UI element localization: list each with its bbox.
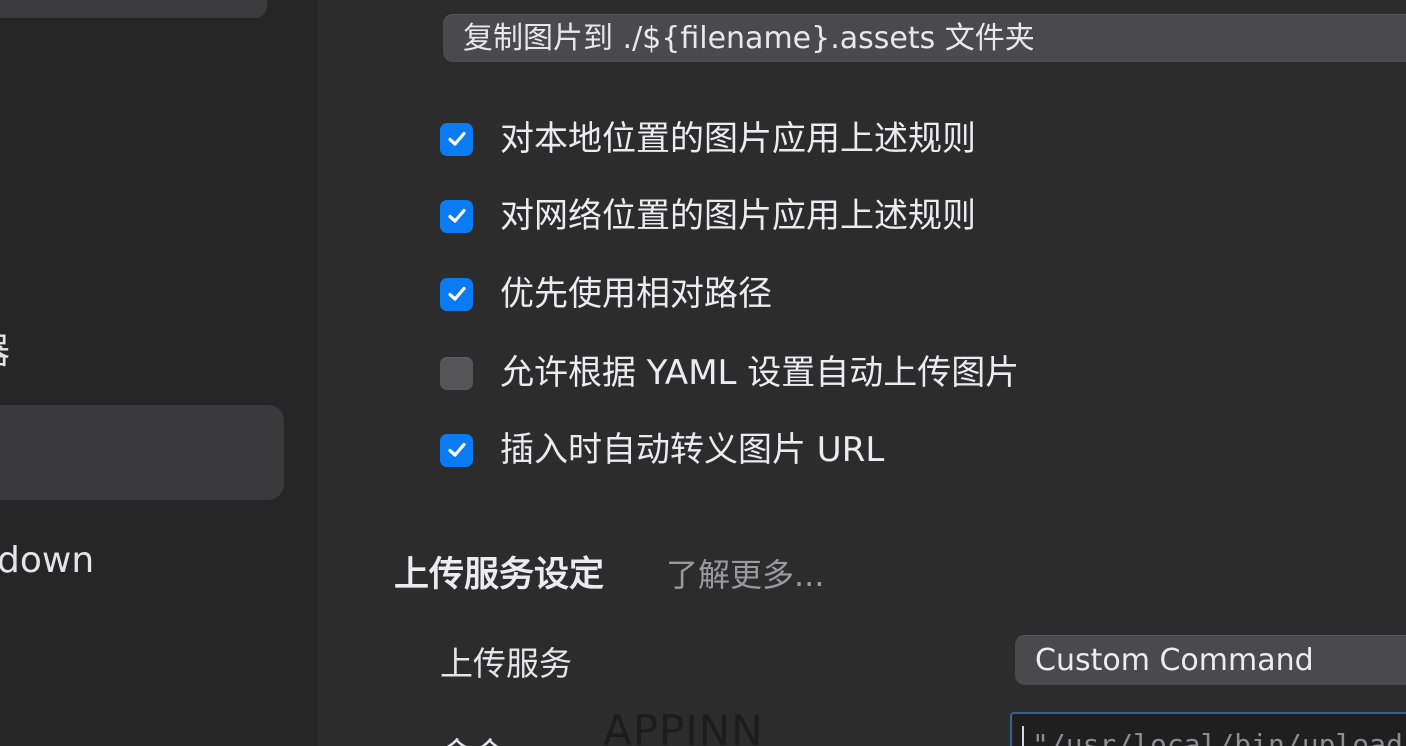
option-apply-local[interactable]: 对本地位置的图片应用上述规则 [440,119,976,159]
option-yaml-auto-upload[interactable]: 允许根据 YAML 设置自动上传图片 [440,353,1019,393]
option-label: 插入时自动转义图片 URL [500,430,885,470]
upload-service-select[interactable]: Custom Command [1015,635,1406,685]
upload-service-label: 上传服务 [440,644,572,683]
watermark: APPINN [603,706,764,746]
checkmark-icon [447,208,466,223]
checkbox[interactable] [440,122,473,156]
option-label: 优先使用相对路径 [500,274,772,314]
command-label: 命令 [440,728,506,746]
checkbox[interactable] [440,356,473,390]
preferences-sidebar: 器 down [0,0,318,746]
sidebar-item-top[interactable] [0,0,267,18]
option-label: 对网络位置的图片应用上述规则 [500,196,976,236]
select-value: 复制图片到 ./${filename}.assets 文件夹 [463,21,1035,56]
checkbox[interactable] [440,433,473,467]
text-caret [1022,726,1024,746]
option-label: 允许根据 YAML 设置自动上传图片 [500,353,1020,393]
insert-image-action-select[interactable]: 复制图片到 ./${filename}.assets 文件夹 [443,14,1406,62]
command-value: "/usr/local/bin/upload-image" [1032,728,1406,746]
option-apply-network[interactable]: 对网络位置的图片应用上述规则 [440,196,976,236]
checkmark-icon [447,131,466,146]
checkbox[interactable] [440,277,473,311]
checkbox[interactable] [440,199,473,233]
sidebar-item-image-selected[interactable] [0,405,284,500]
option-escape-url[interactable]: 插入时自动转义图片 URL [440,430,884,470]
checkmark-icon [447,442,466,457]
sidebar-item-markdown[interactable]: down [0,540,94,581]
select-value: Custom Command [1035,643,1314,678]
option-relative-path[interactable]: 优先使用相对路径 [440,274,772,314]
sidebar-item-label: down [0,540,95,581]
checkmark-icon [447,286,466,301]
upload-section-title: 上传服务设定 [394,555,605,595]
image-settings-panel: 复制图片到 ./${filename}.assets 文件夹 对本地位置的图片应… [318,0,1406,746]
option-label: 对本地位置的图片应用上述规则 [500,119,976,159]
sidebar-item-editor[interactable]: 器 [0,322,10,374]
learn-more-link[interactable]: 了解更多... [666,550,825,596]
preferences-window: 器 down 复制图片到 ./${filename}.assets 文件夹 对本… [0,0,1406,746]
command-input[interactable]: "/usr/local/bin/upload-image" [1010,712,1406,746]
sidebar-item-label: 器 [0,331,10,372]
